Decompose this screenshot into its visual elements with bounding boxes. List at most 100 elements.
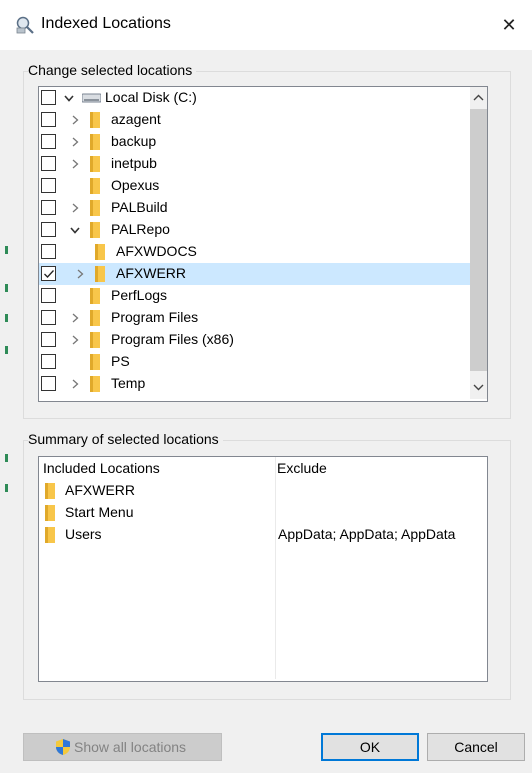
chevron-right-icon[interactable]: [69, 378, 81, 390]
checkmark-icon: [44, 270, 54, 278]
chevron-right-icon[interactable]: [69, 202, 81, 214]
change-locations-legend: Change selected locations: [28, 62, 197, 78]
tree-item-label: PS: [111, 353, 130, 369]
chevron-down-icon[interactable]: [69, 224, 81, 236]
scroll-up-icon[interactable]: [470, 89, 487, 106]
exclude-header[interactable]: Exclude: [277, 460, 327, 476]
tree-item-label: AFXWDOCS: [116, 243, 197, 259]
checkbox[interactable]: [41, 288, 56, 303]
tree-item-label: backup: [111, 133, 157, 149]
checkbox[interactable]: [41, 376, 56, 391]
folder-icon: [45, 483, 55, 499]
folder-icon: [90, 222, 100, 238]
checkbox[interactable]: [41, 332, 56, 347]
chevron-right-icon[interactable]: [69, 114, 81, 126]
folder-icon: [90, 310, 100, 326]
tree-item-label: PerfLogs: [111, 287, 168, 303]
checkbox[interactable]: [41, 156, 56, 171]
tree-row[interactable]: PS: [39, 351, 485, 373]
tree-item-label: PALBuild: [111, 199, 168, 215]
folder-icon: [90, 200, 100, 216]
chevron-right-icon[interactable]: [69, 334, 81, 346]
title-bar: Indexed Locations ✕: [0, 0, 532, 50]
folder-icon: [90, 178, 100, 194]
checkbox[interactable]: [41, 134, 56, 149]
folder-icon: [90, 134, 100, 150]
drive-icon: [82, 93, 101, 103]
chevron-right-icon[interactable]: [69, 312, 81, 324]
close-icon: ✕: [501, 15, 517, 35]
tree-row[interactable]: azagent: [39, 109, 485, 131]
checkbox[interactable]: [41, 244, 56, 259]
window-title: Indexed Locations: [41, 15, 171, 32]
locations-tree[interactable]: Local Disk (C:) azagent backup inetpub Opexu…: [38, 86, 488, 402]
tree-item-label: azagent: [111, 111, 161, 127]
folder-icon: [90, 332, 100, 348]
tree-row[interactable]: PALRepo: [39, 219, 485, 241]
checkbox[interactable]: [41, 266, 56, 281]
background-window-edge: [0, 0, 10, 773]
chevron-right-icon[interactable]: [69, 158, 81, 170]
tree-row[interactable]: Program Files: [39, 307, 485, 329]
show-all-locations-button[interactable]: Show all locations: [23, 733, 222, 761]
tree-item-label: Local Disk (C:): [105, 89, 197, 105]
close-button[interactable]: ✕: [486, 7, 532, 43]
included-locations-header[interactable]: Included Locations: [43, 460, 160, 476]
tree-row[interactable]: inetpub: [39, 153, 485, 175]
indexing-options-icon: [16, 16, 34, 34]
tree-item-label: inetpub: [111, 155, 157, 171]
ok-label: OK: [359, 739, 381, 755]
folder-icon: [45, 505, 55, 521]
folder-icon: [90, 288, 100, 304]
ok-button[interactable]: OK: [321, 733, 419, 761]
tree-row[interactable]: PALBuild: [39, 197, 485, 219]
tree-row[interactable]: backup: [39, 131, 485, 153]
exclude-label: AppData; AppData; AppData: [278, 526, 456, 542]
checkbox[interactable]: [41, 354, 56, 369]
summary-legend: Summary of selected locations: [28, 431, 223, 447]
scrollbar-thumb[interactable]: [470, 109, 487, 371]
folder-icon: [95, 266, 105, 282]
tree-row[interactable]: Opexus: [39, 175, 485, 197]
folder-icon: [45, 527, 55, 543]
cancel-button[interactable]: Cancel: [427, 733, 525, 761]
tree-row[interactable]: PerfLogs: [39, 285, 485, 307]
show-all-locations-label: Show all locations: [74, 739, 187, 755]
summary-row[interactable]: Users AppData; AppData; AppData: [45, 526, 483, 548]
checkbox[interactable]: [41, 200, 56, 215]
chevron-right-icon[interactable]: [69, 136, 81, 148]
checkbox[interactable]: [41, 222, 56, 237]
scroll-down-icon[interactable]: [470, 379, 487, 396]
tree-row[interactable]: Local Disk (C:): [39, 87, 485, 109]
tree-item-label: PALRepo: [111, 221, 170, 237]
summary-row[interactable]: Start Menu: [45, 504, 483, 526]
chevron-down-icon[interactable]: [63, 92, 75, 104]
included-location-label: Users: [65, 526, 102, 542]
cancel-label: Cancel: [454, 739, 498, 755]
tree-row[interactable]: AFXWERR: [39, 263, 485, 285]
tree-item-label: Temp: [111, 375, 146, 391]
folder-icon: [90, 354, 100, 370]
chevron-right-icon[interactable]: [74, 268, 86, 280]
tree-item-label: AFXWERR: [116, 265, 186, 281]
folder-icon: [90, 376, 100, 392]
checkbox[interactable]: [41, 178, 56, 193]
tree-item-label: Opexus: [111, 177, 160, 193]
shield-icon: [56, 739, 70, 755]
included-location-label: Start Menu: [65, 504, 134, 520]
summary-list[interactable]: Included Locations Exclude AFXWERR Start …: [38, 456, 488, 682]
tree-scrollbar[interactable]: [470, 87, 487, 399]
folder-icon: [90, 156, 100, 172]
checkbox[interactable]: [41, 90, 56, 105]
tree-row[interactable]: Program Files (x86): [39, 329, 485, 351]
checkbox[interactable]: [41, 310, 56, 325]
folder-icon: [90, 112, 100, 128]
included-location-label: AFXWERR: [65, 482, 135, 498]
tree-item-label: Program Files (x86): [111, 331, 234, 347]
checkbox[interactable]: [41, 112, 56, 127]
tree-row[interactable]: AFXWDOCS: [39, 241, 485, 263]
folder-icon: [95, 244, 105, 260]
tree-item-label: Program Files: [111, 309, 199, 325]
summary-row[interactable]: AFXWERR: [45, 482, 483, 504]
tree-row[interactable]: Temp: [39, 373, 485, 395]
